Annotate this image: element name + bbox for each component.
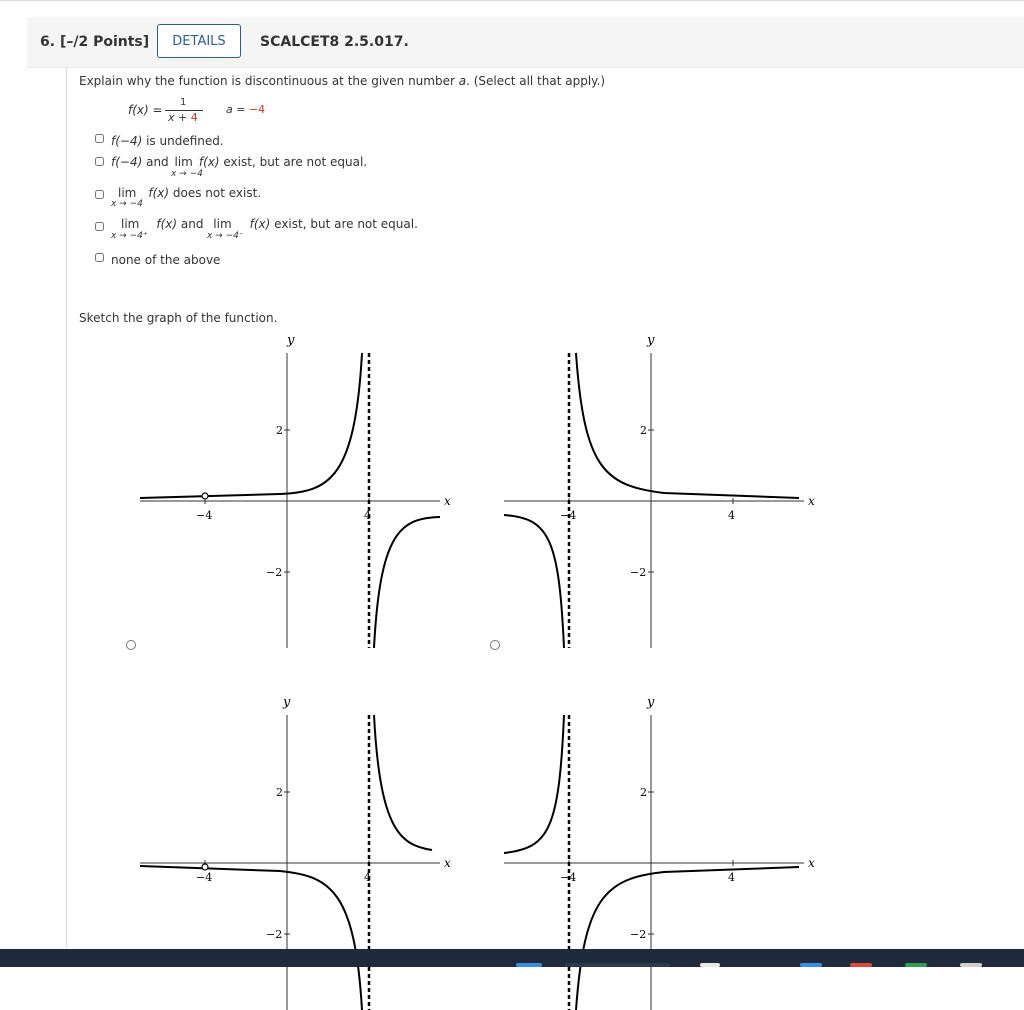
taskbar-app-5[interactable] [960,963,982,967]
function-denominator: x + 4 [168,111,198,124]
instruction-text: Explain why the function is discontinuou… [79,74,605,88]
graph-d-label-4: 4 [728,871,735,884]
question-number: 6. [40,34,56,50]
graph-d-label-neg4: −4 [560,871,576,884]
instruction-part-1: Explain why the function is discontinuou… [79,74,459,88]
option-checkbox-4[interactable] [95,222,104,231]
details-button[interactable]: DETAILS [157,24,241,58]
option-checkbox-1[interactable] [95,134,104,143]
graph-a-y-label: y [286,333,295,348]
taskbar-app-1[interactable] [700,963,720,967]
option-label-2: f(−4) and lim f(x) exist, but are not equ… [111,155,368,169]
graph-a-label-4: 4 [364,509,371,522]
graph-c-left-branch [139,865,363,1010]
taskbar-app-2[interactable] [800,963,822,967]
function-numerator: 1 [180,97,187,108]
graph-b-label-2: 2 [640,424,647,437]
graph-c-right-branch [373,714,433,851]
option-checkbox-3[interactable] [95,190,104,199]
graph-c-hole [201,863,209,871]
option-label-5: none of the above [111,253,221,267]
graph-a-label-2: 2 [276,424,283,437]
graph-c-label-neg4: −4 [196,871,212,884]
graph-a-label-neg2: −2 [266,566,282,579]
top-divider [0,0,1024,1]
option-4-right-limit-subscript: x → −4⁺ [111,231,148,241]
graph-d-left-branch [503,714,565,854]
graph-a-x-label: x [444,494,451,508]
function-lhs: f(x) = [128,103,163,117]
graph-d-x-label: x [808,856,815,870]
graph-a-left-branch [139,352,363,499]
graph-d-label-2: 2 [640,786,647,799]
question-code: SCALCET8 2.5.017. [260,34,409,50]
instruction-part-2: . (Select all that apply.) [466,74,606,88]
graph-b-svg: y x 2 −2 −4 4 [503,333,815,648]
graph-d-right-branch [575,866,800,1010]
question-number-points: 6. [–/2 Points] [40,34,149,50]
option-label-1: f(−4) is undefined. [111,134,224,148]
option-checkbox-2[interactable] [95,157,104,166]
taskbar-app-windows[interactable] [516,963,542,967]
taskbar-search[interactable] [565,963,670,967]
taskbar-app-3[interactable] [850,963,872,967]
graph-c-y-label: y [282,695,291,710]
graph-b-label-neg4: −4 [560,509,576,522]
taskbar-app-4[interactable] [905,963,927,967]
graph-d-label-neg2: −2 [630,928,646,941]
option-3-limit-subscript: x → −4 [111,199,143,209]
graph-a-right-branch [373,516,441,648]
graph-b-label-neg2: −2 [630,566,646,579]
graph-b-y-label: y [646,333,655,348]
question-points: [–/2 Points] [59,34,150,50]
os-taskbar [0,949,1024,967]
graph-b-left-branch [503,514,565,648]
option-4-left-limit-subscript: x → −4⁻ [207,231,244,241]
graph-c-label-4: 4 [364,871,371,884]
question-header: 6. [–/2 Points] DETAILS SCALCET8 2.5.017… [27,17,1024,68]
graph-a-label-neg4: −4 [196,509,212,522]
sketch-prompt: Sketch the graph of the function. [79,311,278,325]
graph-d-y-label: y [646,695,655,710]
graph-b-label-4: 4 [728,509,735,522]
content-left-rule [66,67,67,949]
option-label-3: lim f(x) does not exist. [118,186,262,200]
graph-b-x-label: x [808,494,815,508]
graph-a: y x 2 −2 −4 4 [130,328,460,648]
option-label-4: lim f(x) and lim f(x) exist, but are not e… [121,217,418,231]
a-value: a = −4 [226,103,266,116]
option-2-limit-subscript: x → −4 [171,169,203,179]
option-checkbox-5[interactable] [95,253,104,262]
graph-a-hole [201,492,209,500]
graph-c-label-neg2: −2 [266,928,282,941]
instruction-variable: a [458,74,467,88]
graph-a-svg: y x 2 −2 −4 4 [139,333,451,648]
graph-c-x-label: x [444,856,451,870]
graph-b-right-branch [575,352,800,499]
graph-c-label-2: 2 [276,786,283,799]
graph-b: y x 2 −2 −4 4 [494,328,824,648]
